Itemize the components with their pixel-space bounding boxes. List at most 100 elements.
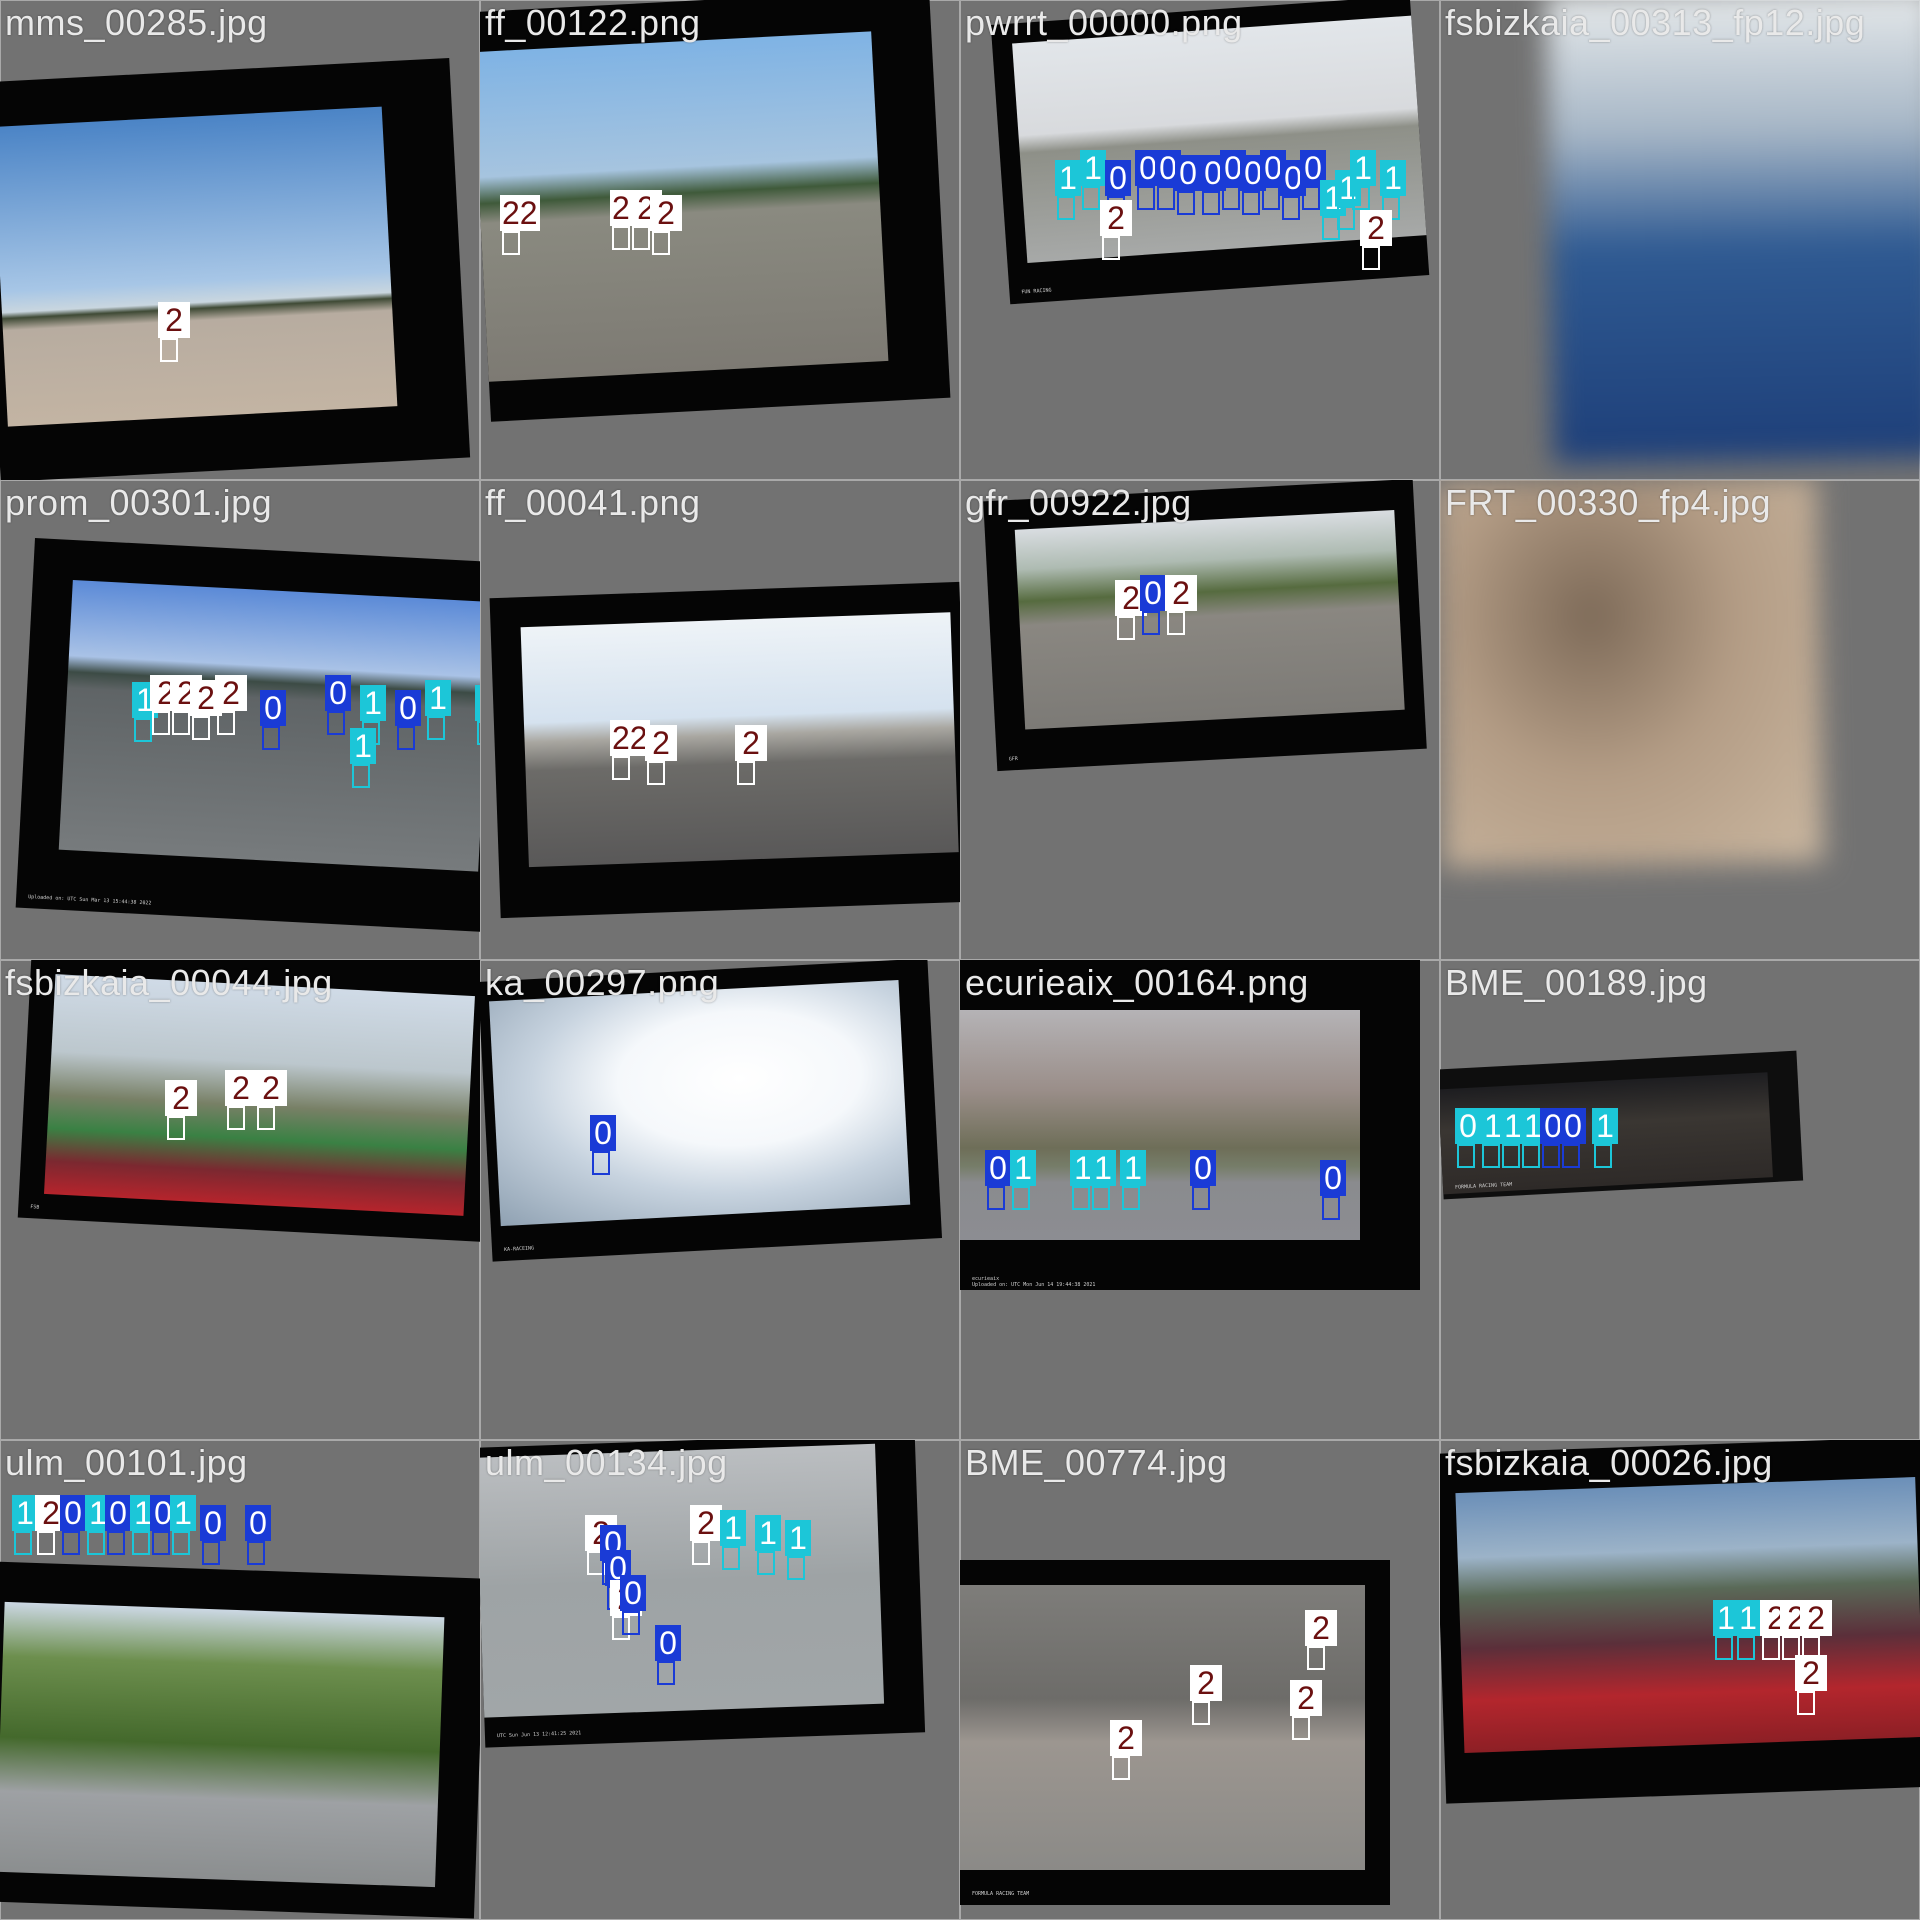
class-0-label: 0 <box>985 1150 1011 1186</box>
class-2-label: 2 <box>1800 1600 1832 1636</box>
class-1-box <box>1352 186 1370 210</box>
tile-2: FUN RACING 1 1 0 0 0 0 0 0 0 0 0 0 1 1 1 1 2 2 pwrrt_00000.… <box>960 0 1440 480</box>
class-1-box <box>1457 1144 1475 1168</box>
class-0-label: 0 <box>655 1625 681 1661</box>
class-2-box <box>737 761 755 785</box>
class-0-label: 0 <box>1105 160 1131 196</box>
class-0-box <box>1157 186 1175 210</box>
class-0-box <box>657 1661 675 1685</box>
image-frame <box>1440 1440 1920 1804</box>
class-0-label: 0 <box>620 1575 646 1611</box>
class-1-box <box>1012 1186 1030 1210</box>
class-2-label: 2 <box>650 195 682 231</box>
image-frame: UTC Sun Jun 13 12:41:25 2021 <box>480 1440 926 1748</box>
image-frame: KA-RACEING <box>480 960 943 1262</box>
photo <box>480 31 889 382</box>
photo <box>480 1443 885 1718</box>
class-1-box <box>427 716 445 740</box>
class-0-box <box>1202 191 1220 215</box>
class-2-box <box>502 231 520 255</box>
photo <box>0 1601 445 1888</box>
class-2-label: 2 <box>1290 1680 1322 1716</box>
class-1-label: 1 <box>785 1520 811 1556</box>
tile-3: fsbizkaia_00313_fp12.jpg <box>1440 0 1920 480</box>
filename-caption: fsbizkaia_00313_fp12.jpg <box>1445 2 1866 43</box>
class-0-label: 0 <box>200 1505 226 1541</box>
blurred-image <box>1545 0 1920 464</box>
class-0-box <box>327 711 345 735</box>
class-1-box <box>1522 1144 1540 1168</box>
class-0-box <box>1142 611 1160 635</box>
class-0-box <box>1137 186 1155 210</box>
class-1-box <box>1715 1636 1733 1660</box>
filename-caption: pwrrt_00000.png <box>965 2 1243 43</box>
class-1-box <box>1482 1144 1500 1168</box>
tile-6: GFR 2 0 2 gfr_00922.jpg <box>960 480 1440 960</box>
class-1-box <box>1594 1144 1612 1168</box>
class-1-box <box>1072 1186 1090 1210</box>
class-2-label: 2 <box>1305 1610 1337 1646</box>
class-1-label: 1 <box>425 680 451 716</box>
class-0-label: 0 <box>1175 155 1201 191</box>
class-0-box <box>202 1541 220 1565</box>
class-0-box <box>1242 191 1260 215</box>
class-2-box <box>652 231 670 255</box>
tile-13: UTC Sun Jun 13 12:41:25 20212002002111ul… <box>480 1440 960 1920</box>
tile-4: Uploaded on: UTC Sun Mar 13 15:44:38 202… <box>0 480 480 960</box>
upload-timestamp: Uploaded on: UTC Mon Jun 14 19:44:38 202… <box>972 1282 1096 1288</box>
class-2-label: 2 <box>158 302 190 338</box>
class-1-label: 1 <box>1735 1600 1761 1636</box>
class-2-box <box>1167 611 1185 635</box>
class-2-box <box>217 711 235 735</box>
class-1-label: 1 <box>170 1495 196 1531</box>
class-2-box <box>172 711 190 735</box>
class-2-label: 2 <box>255 1070 287 1106</box>
class-1-label: 1 <box>1010 1150 1036 1186</box>
class-2-label: 2 <box>215 675 247 711</box>
mosaic-grid: 2mms_00285.jpg222222ff_00122.pngFUN RACI… <box>0 0 1920 1920</box>
class-2-label: 2 <box>1190 1665 1222 1701</box>
class-0-box <box>1177 191 1195 215</box>
class-1-box <box>722 1546 740 1570</box>
image-frame <box>0 1561 480 1919</box>
watermark: GFR <box>1008 755 1018 763</box>
class-1-label: 1 <box>1080 150 1106 186</box>
class-1-label: 1 <box>1090 1150 1116 1186</box>
class-0-box <box>1542 1144 1560 1168</box>
class-2-box <box>692 1541 710 1565</box>
class-0-box <box>1222 186 1240 210</box>
watermark: FUN RACING <box>1021 287 1052 296</box>
tile-15: 1 1 2 2 2 2 fsbizkaia_00026.jpg <box>1440 1440 1920 1920</box>
filename-caption: FRT_00330_fp4.jpg <box>1445 482 1772 523</box>
class-2-box <box>1762 1636 1780 1660</box>
photo <box>0 106 398 427</box>
class-2-box <box>192 716 210 740</box>
filename-caption: BME_00189.jpg <box>1445 962 1708 1003</box>
class-2-label: 2 <box>735 725 767 761</box>
class-2-label: 2 <box>165 1080 197 1116</box>
class-1-box <box>1502 1144 1520 1168</box>
tile-9: KA-RACEING 0 ka_00297.png <box>480 960 960 1440</box>
tile-7: FRT_00330_fp4.jpg <box>1440 480 1920 960</box>
class-0-box <box>262 726 280 750</box>
class-0-label: 0 <box>1140 575 1166 611</box>
filename-caption: fsbizkaia_00026.jpg <box>1445 1442 1773 1483</box>
image-frame <box>489 581 960 919</box>
image-frame <box>480 0 951 422</box>
photo <box>1014 509 1405 730</box>
class-2-box <box>160 338 178 362</box>
tile-5: 22 2 2 ff_00041.png <box>480 480 960 960</box>
class-1-label: 1 <box>1592 1108 1618 1144</box>
class-1-box <box>1122 1186 1140 1210</box>
filename-caption: ff_00122.png <box>485 2 701 43</box>
class-0-label: 0 <box>325 675 351 711</box>
class-1-box <box>1737 1636 1755 1660</box>
class-0-label: 0 <box>1560 1108 1586 1144</box>
class-0-box <box>987 1186 1005 1210</box>
class-2-box <box>1292 1716 1310 1740</box>
class-0-box <box>152 1531 170 1555</box>
class-1-box <box>172 1531 190 1555</box>
class-0-box <box>592 1151 610 1175</box>
class-1-box <box>14 1531 32 1555</box>
filename-caption: ulm_00101.jpg <box>5 1442 248 1483</box>
